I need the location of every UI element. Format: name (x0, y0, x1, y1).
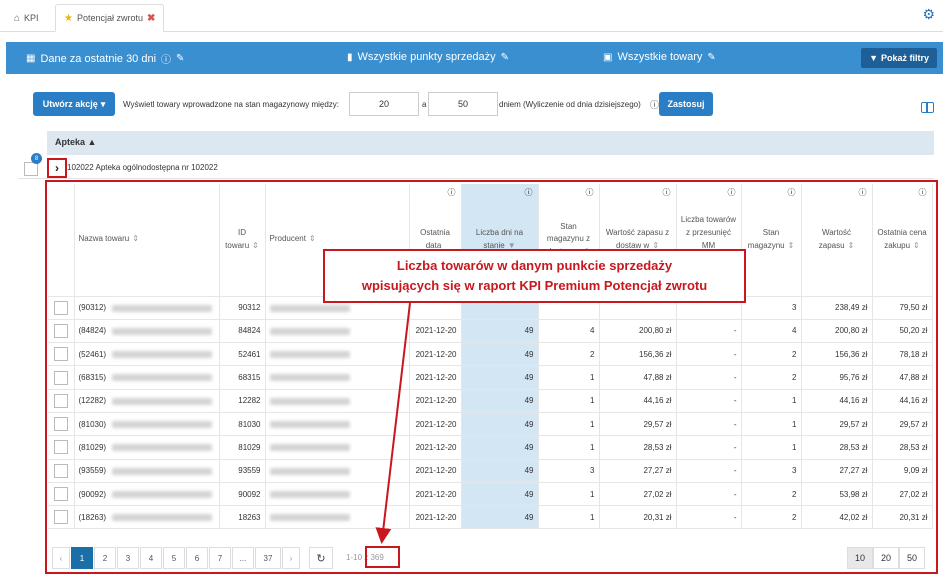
products-filter-label: Wszystkie towary (617, 51, 703, 63)
edit-icon[interactable]: ✎ (501, 52, 509, 63)
page-button[interactable]: 6 (186, 547, 208, 569)
annotation-callout: Liczba towarów w danym punkcie sprzedaży… (323, 249, 746, 303)
sort-asc-icon: ▲ (87, 137, 97, 147)
page-size-option[interactable]: 20 (873, 547, 899, 569)
period-filter-label: Dane za ostatnie 30 dni (40, 52, 157, 65)
edit-icon[interactable]: ✎ (707, 52, 715, 63)
page-button[interactable]: 2 (94, 547, 116, 569)
tab-potencjal-label: Potencjał zwrotu (76, 13, 144, 23)
annotation-line-2: wpisujących się w raport KPI Premium Pot… (361, 278, 708, 293)
create-action-label: Utwórz akcję (42, 99, 98, 109)
page-button[interactable]: 3 (117, 547, 139, 569)
page-button[interactable]: 4 (140, 547, 162, 569)
tab-potencjal-zwrotu[interactable]: ★ Potencjał zwrotu ✖ (55, 4, 165, 32)
group-row: 8 › 102022 Apteka ogólnodostępna nr 1020… (18, 153, 934, 179)
records-total-highlight (365, 546, 400, 568)
page-size-option[interactable]: 50 (899, 547, 925, 569)
days-to-input[interactable] (428, 92, 498, 116)
edit-icon[interactable]: ✎ (176, 53, 184, 64)
page-button[interactable]: 37 (255, 547, 281, 569)
group-column-header[interactable]: Apteka ▲ (47, 131, 934, 155)
products-filter[interactable]: ▣ Wszystkie towary ✎ (603, 51, 716, 63)
columns-toggle-icon[interactable] (921, 102, 934, 113)
apply-button[interactable]: Zastosuj (659, 92, 713, 116)
group-checkbox[interactable] (24, 162, 38, 176)
page-size-selector: 10 20 50 (847, 547, 925, 569)
page-button[interactable]: 7 (209, 547, 231, 569)
star-icon: ★ (64, 12, 73, 24)
building-icon: ▮ (347, 51, 353, 63)
table-highlight-frame (45, 180, 938, 574)
caret-down-icon: ▾ (100, 98, 106, 109)
page-ellipsis: ... (232, 547, 254, 569)
calendar-icon: ▦ (26, 53, 36, 64)
page-button[interactable]: 1 (71, 547, 93, 569)
days-from-input[interactable] (349, 92, 419, 116)
settings-gear-icon[interactable]: ⚙ (922, 6, 935, 23)
group-count-badge: 8 (31, 153, 42, 164)
show-filters-label: Pokaż filtry (880, 53, 929, 63)
points-filter-label: Wszystkie punkty sprzedaży (357, 51, 496, 63)
tab-kpi[interactable]: ⌂ KPI (6, 4, 47, 32)
page-button[interactable]: 5 (163, 547, 185, 569)
funnel-icon: ▼ (869, 53, 878, 63)
and-label: a (422, 100, 427, 109)
info-icon: ⓘ (650, 100, 660, 110)
annotation-line-1: Liczba towarów w danym punkcie sprzedaży (396, 258, 673, 273)
prev-page-button[interactable]: ‹ (52, 547, 70, 569)
days-label: dniem (Wyliczenie od dnia dzisiejszego) (499, 100, 641, 109)
tab-kpi-label: KPI (24, 13, 39, 23)
info-icon: ⓘ (161, 55, 172, 66)
range-label: Wyświetl towary wprowadzone na stan maga… (123, 100, 340, 109)
create-action-button[interactable]: Utwórz akcję ▾ (33, 92, 115, 116)
points-filter[interactable]: ▮ Wszystkie punkty sprzedaży ✎ (347, 51, 509, 63)
briefcase-icon: ▣ (603, 51, 613, 63)
close-tab-icon[interactable]: ✖ (147, 13, 155, 24)
pagination: ‹ 1 2 3 4 5 6 7 ... 37 › (52, 547, 301, 569)
group-header-label: Apteka (55, 137, 86, 147)
period-filter[interactable]: ▦ Dane za ostatnie 30 dni ⓘ ✎ (26, 51, 184, 67)
expand-chevron-icon[interactable]: › (47, 158, 67, 178)
tab-bar: ⌂ KPI ★ Potencjał zwrotu ✖ (0, 0, 943, 32)
show-filters-button[interactable]: ▼ Pokaż filtry (861, 48, 937, 68)
page-size-option[interactable]: 10 (847, 547, 873, 569)
next-page-button[interactable]: › (282, 547, 300, 569)
home-icon: ⌂ (14, 12, 21, 24)
group-label: 102022 Apteka ogólnodostępna nr 102022 (67, 163, 218, 172)
refresh-icon[interactable]: ↻ (309, 547, 333, 569)
filter-bar: ▦ Dane za ostatnie 30 dni ⓘ ✎ ▮ Wszystki… (6, 42, 943, 74)
